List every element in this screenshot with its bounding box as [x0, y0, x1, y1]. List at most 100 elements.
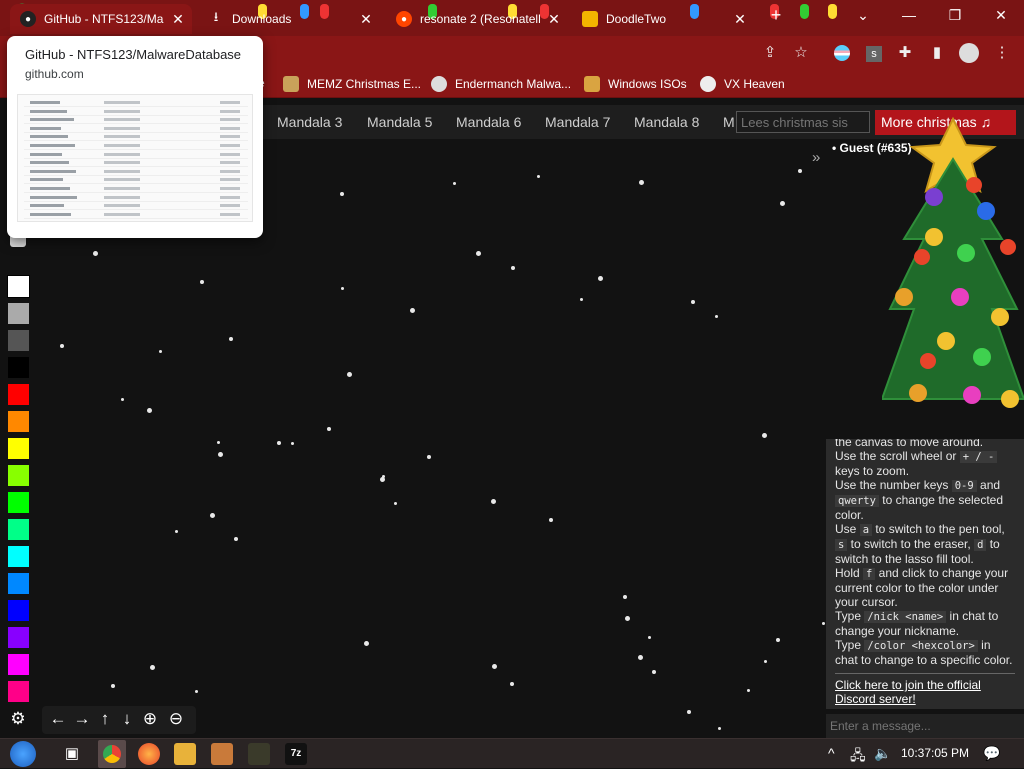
- firefox-icon[interactable]: [138, 743, 160, 765]
- color-swatch[interactable]: [8, 600, 29, 621]
- side-panel-icon[interactable]: ▮: [926, 42, 948, 64]
- tab-doodletwo[interactable]: DoodleTwo ✕: [572, 4, 754, 34]
- snowflake-decoration: [341, 287, 344, 290]
- color-swatch[interactable]: [8, 573, 29, 594]
- close-tab-icon[interactable]: ✕: [546, 11, 562, 27]
- snowflake-decoration: [382, 475, 385, 478]
- menu-kebab-icon[interactable]: ⋮: [991, 42, 1013, 64]
- extensions-puzzle-icon[interactable]: ✚: [894, 42, 916, 64]
- color-swatch[interactable]: [8, 681, 29, 702]
- color-swatch[interactable]: [8, 303, 29, 324]
- zoom-in-button[interactable]: ⊕: [140, 709, 160, 729]
- app-icon-2[interactable]: [248, 743, 270, 765]
- task-view-icon[interactable]: ▣: [61, 743, 83, 765]
- bookmark-memz[interactable]: MEMZ Christmas E...: [283, 76, 421, 92]
- nav-mandala-6[interactable]: Mandala 6: [456, 114, 521, 130]
- bookmark-windows-isos[interactable]: Windows ISOs: [584, 76, 687, 92]
- restore-button[interactable]: ❐: [932, 0, 978, 32]
- color-swatch[interactable]: [7, 275, 30, 298]
- volume-icon[interactable]: 🔈: [874, 745, 891, 762]
- network-icon[interactable]: 🖧: [850, 745, 866, 769]
- color-swatch[interactable]: [8, 627, 29, 648]
- tray-chevron-icon[interactable]: ^: [828, 745, 835, 761]
- discord-link[interactable]: Click here to join the official Discord …: [835, 678, 981, 706]
- nav-mandala-8[interactable]: Mandala 8: [634, 114, 699, 130]
- snowflake-decoration: [648, 636, 651, 639]
- app-icon[interactable]: [211, 743, 233, 765]
- sevenzip-icon[interactable]: 7z: [285, 743, 307, 765]
- bookmark-star-icon[interactable]: ☆: [790, 42, 812, 64]
- color-swatch[interactable]: [8, 438, 29, 459]
- bookmark-endermanch[interactable]: Endermanch Malwa...: [431, 76, 571, 92]
- color-swatch[interactable]: [8, 330, 29, 351]
- color-swatch[interactable]: [8, 465, 29, 486]
- snowflake-decoration: [687, 710, 691, 714]
- start-button-icon[interactable]: [10, 741, 36, 767]
- search-input[interactable]: [736, 111, 870, 133]
- collapse-panel-icon[interactable]: »: [812, 149, 820, 166]
- endermanch-icon: [431, 76, 447, 92]
- nav-mandala-5[interactable]: Mandala 5: [367, 114, 432, 130]
- help-text: Hold f and click to change your current …: [835, 566, 1009, 609]
- color-swatch[interactable]: [8, 546, 29, 567]
- color-swatch[interactable]: [8, 492, 29, 513]
- snowflake-decoration: [764, 660, 767, 663]
- clock[interactable]: 10:37:05 PM: [901, 746, 969, 760]
- help-text: Type /nick <name> in chat to change your…: [835, 609, 999, 638]
- color-swatch[interactable]: [8, 654, 29, 675]
- snowflake-decoration: [453, 182, 456, 185]
- thumbnail-file-row: [24, 144, 248, 150]
- tab-reddit[interactable]: ● resonate 2 (Resonatell ✕: [386, 4, 568, 34]
- download-icon: ⭳: [213, 9, 219, 24]
- color-palette: [0, 230, 37, 740]
- file-explorer-icon[interactable]: [174, 743, 196, 765]
- thumbnail-file-row: [24, 187, 248, 193]
- tab-downloads[interactable]: ⭳ Downloads ✕: [198, 4, 380, 34]
- chrome-taskbar-item[interactable]: [98, 740, 126, 768]
- extension-s-icon[interactable]: s: [863, 42, 885, 64]
- thumbnail-file-row: [24, 212, 248, 219]
- settings-gear-icon[interactable]: ⚙: [8, 709, 28, 729]
- pan-right-button[interactable]: →: [72, 709, 92, 729]
- minimize-button[interactable]: —: [886, 0, 932, 32]
- close-tab-icon[interactable]: ✕: [170, 11, 186, 27]
- close-tab-icon[interactable]: ✕: [732, 11, 748, 27]
- chat-input[interactable]: [826, 714, 1024, 738]
- color-swatch[interactable]: [8, 384, 29, 405]
- snowflake-decoration: [798, 169, 802, 173]
- color-swatch[interactable]: [8, 357, 29, 378]
- thumbnail-file-row: [24, 161, 248, 168]
- pan-down-button[interactable]: ↓: [117, 709, 137, 729]
- profile-avatar-icon[interactable]: [958, 42, 980, 64]
- nav-mandala-7[interactable]: Mandala 7: [545, 114, 610, 130]
- hover-card-title: GitHub - NTFS123/MalwareDatabase: [25, 47, 242, 62]
- bookmark-vx-heaven[interactable]: VX Heaven: [700, 76, 785, 92]
- color-swatch[interactable]: [8, 411, 29, 432]
- snowflake-decoration: [491, 499, 496, 504]
- close-window-button[interactable]: ✕: [978, 0, 1024, 32]
- snowflake-decoration: [776, 638, 780, 642]
- close-tab-icon[interactable]: ✕: [358, 11, 374, 27]
- new-tab-button[interactable]: +: [762, 0, 790, 32]
- snowflake-decoration: [537, 175, 540, 178]
- nav-more[interactable]: M: [723, 114, 735, 130]
- hover-card-thumbnail: [17, 94, 253, 222]
- tab-title: Downloads: [232, 12, 292, 26]
- color-swatch[interactable]: [8, 519, 29, 540]
- tab-github[interactable]: ● GitHub - NTFS123/Mal ✕: [10, 4, 192, 34]
- snowflake-decoration: [234, 537, 238, 541]
- thumbnail-file-row: [24, 152, 248, 159]
- nav-mandala-3[interactable]: Mandala 3: [277, 114, 342, 130]
- snowflake-decoration: [691, 300, 695, 304]
- snowflake-decoration: [60, 344, 64, 348]
- pan-left-button[interactable]: ←: [48, 709, 68, 729]
- tab-title: GitHub - NTFS123/Mal: [44, 12, 164, 26]
- extension-flag-icon[interactable]: [831, 42, 853, 64]
- share-icon[interactable]: ⇪: [759, 42, 781, 64]
- tab-title: DoodleTwo: [606, 12, 667, 26]
- windows-iso-icon: [584, 76, 600, 92]
- zoom-out-button[interactable]: ⊖: [166, 709, 186, 729]
- pan-up-button[interactable]: ↑: [95, 709, 115, 729]
- notifications-icon[interactable]: 💬: [983, 745, 1000, 762]
- tab-search-button[interactable]: ⌄: [840, 0, 886, 32]
